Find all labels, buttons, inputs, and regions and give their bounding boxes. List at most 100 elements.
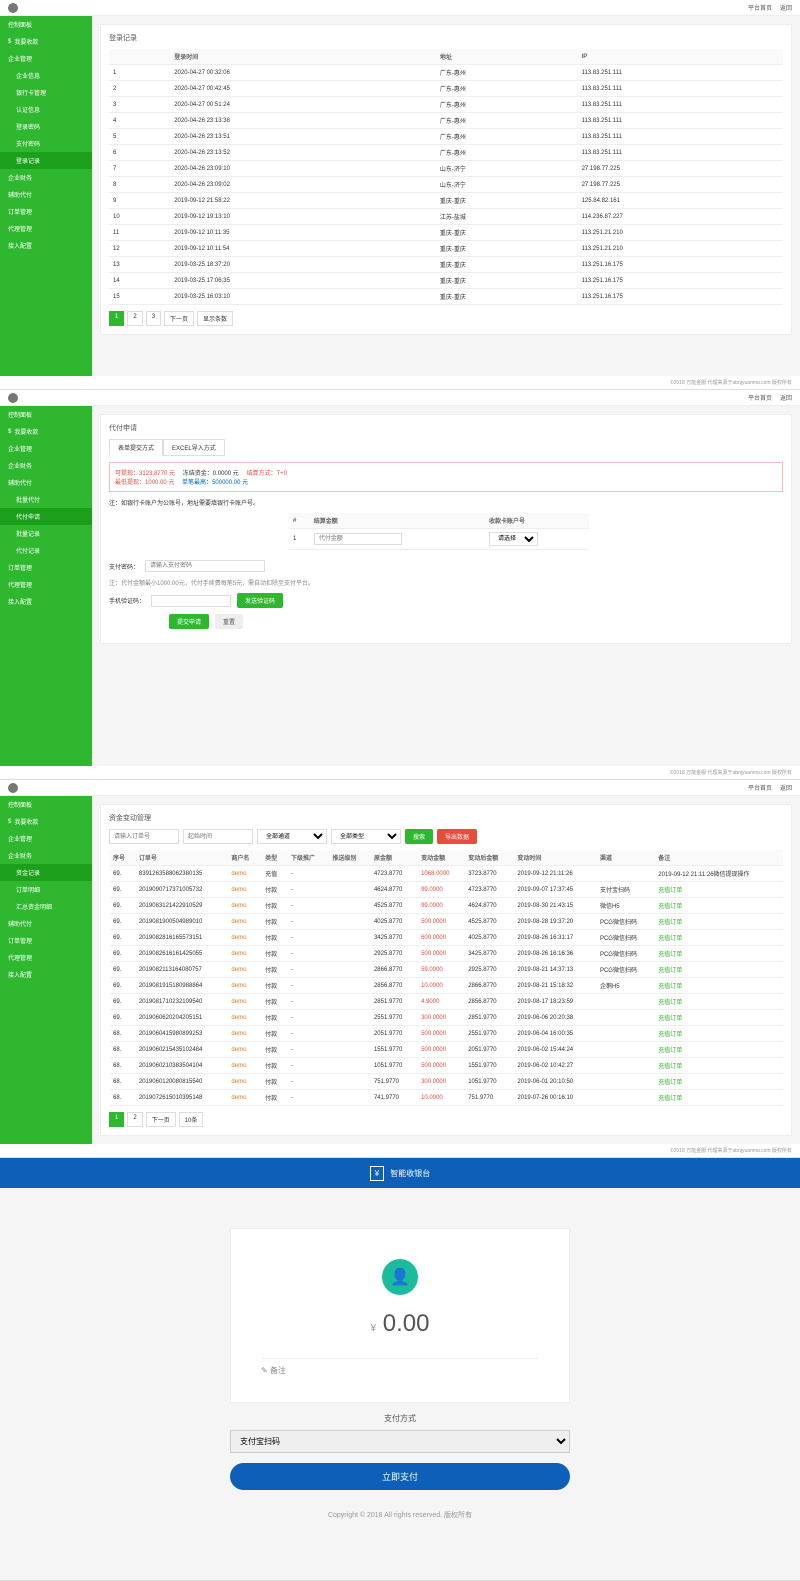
page-size[interactable]: 显示条数 xyxy=(197,311,233,326)
order-link[interactable]: 充值订单 xyxy=(658,936,682,942)
page-next[interactable]: 下一页 xyxy=(146,1112,176,1127)
submit-button[interactable]: 提交申请 xyxy=(169,614,209,629)
send-sms-button[interactable]: 发送验证码 xyxy=(237,593,283,608)
tab-excel[interactable]: EXCEL导入方式 xyxy=(163,439,225,456)
order-link[interactable]: 充值订单 xyxy=(658,1064,682,1070)
sb-pwd[interactable]: 登录密码 xyxy=(0,118,92,135)
order-link[interactable]: 充值订单 xyxy=(658,1096,682,1102)
sb-summary[interactable]: 汇总资金明细 xyxy=(0,898,92,915)
pager: 1 2 3 下一页 显示条数 xyxy=(109,311,783,326)
pay-button[interactable]: 立即支付 xyxy=(230,1463,570,1490)
table-row: 152019-03-25 16:03:10重庆-重庆113.251.16.175 xyxy=(109,289,783,305)
sb-collect[interactable]: $ 我要收款 xyxy=(0,423,92,440)
sb-orders[interactable]: 订单管理 xyxy=(0,559,92,576)
sb-dashboard[interactable]: 控制面板 xyxy=(0,406,92,423)
sb-collect[interactable]: $ 我要收款 xyxy=(0,33,92,50)
sb-paypwd[interactable]: 支付密码 xyxy=(0,135,92,152)
sb-orders[interactable]: 订单管理 xyxy=(0,932,92,949)
page-2[interactable]: 2 xyxy=(127,1112,142,1127)
sb-payoutlog[interactable]: 代付记录 xyxy=(0,542,92,559)
sb-bank[interactable]: 银行卡管理 xyxy=(0,84,92,101)
order-input[interactable] xyxy=(109,829,179,844)
back-link[interactable]: 返回 xyxy=(780,3,792,12)
order-link[interactable]: 充值订单 xyxy=(658,904,682,910)
sb-dashboard[interactable]: 控制面板 xyxy=(0,796,92,813)
sb-dashboard[interactable]: 控制面板 xyxy=(0,16,92,33)
sb-agent[interactable]: 代理管理 xyxy=(0,220,92,237)
type-select[interactable]: 全部类型 xyxy=(331,829,401,844)
sb-agent[interactable]: 代理管理 xyxy=(0,949,92,966)
sb-orderdetail[interactable]: 订单明细 xyxy=(0,881,92,898)
table-row: 68.2019072615010395148demo付款-741.977010.… xyxy=(109,1090,783,1106)
channel-select[interactable]: 全部通道 xyxy=(257,829,327,844)
sb-collect[interactable]: $ 我要收款 xyxy=(0,813,92,830)
table-row: 22020-04-27 00:42:45广东-惠州113.83.251.111 xyxy=(109,81,783,97)
page-size[interactable]: 10条 xyxy=(179,1112,204,1127)
sb-access[interactable]: 接入配置 xyxy=(0,966,92,983)
page-1[interactable]: 1 xyxy=(109,1112,124,1127)
sb-access[interactable]: 接入配置 xyxy=(0,237,92,254)
sb-apply[interactable]: 代付申请 xyxy=(0,508,92,525)
back-link[interactable]: 返回 xyxy=(780,783,792,792)
export-button[interactable]: 导出数据 xyxy=(437,829,477,844)
order-link[interactable]: 充值订单 xyxy=(658,952,682,958)
back-link[interactable]: 返回 xyxy=(780,393,792,402)
order-link[interactable]: 充值订单 xyxy=(658,888,682,894)
order-link[interactable]: 充值订单 xyxy=(658,968,682,974)
footer: ©2018 万能金服 代理来源于abnjyuanma.com 版权所有 xyxy=(0,766,800,779)
sb-payout[interactable]: 辅助代付 xyxy=(0,474,92,491)
page-2[interactable]: 2 xyxy=(127,311,142,326)
copyright: Copyright © 2018 All rights reserved. 版权… xyxy=(0,1490,800,1540)
sb-agent[interactable]: 代理管理 xyxy=(0,576,92,593)
sb-info[interactable]: 企业信息 xyxy=(0,67,92,84)
sb-batch[interactable]: 批量代付 xyxy=(0,491,92,508)
sb-loginlog[interactable]: 登录记录 xyxy=(0,152,92,169)
remark-field[interactable]: ✎ 备注 xyxy=(261,1358,539,1382)
method-select[interactable]: 支付宝扫码 xyxy=(230,1430,570,1453)
sb-payout[interactable]: 辅助代付 xyxy=(0,186,92,203)
order-link[interactable]: 充值订单 xyxy=(658,1080,682,1086)
sb-finance[interactable]: 企业财务 xyxy=(0,847,92,864)
sb-enterprise[interactable]: 企业管理 xyxy=(0,830,92,847)
order-link[interactable]: 充值订单 xyxy=(658,920,682,926)
order-link[interactable]: 充值订单 xyxy=(658,1032,682,1038)
reset-button[interactable]: 重置 xyxy=(215,614,243,629)
page-1[interactable]: 1 xyxy=(109,311,124,326)
page-3[interactable]: 3 xyxy=(146,311,161,326)
sidebar: 控制面板 $ 我要收款 企业管理 企业信息 银行卡管理 认证信息 登录密码 支付… xyxy=(0,16,92,376)
sms-label: 手机验证码： xyxy=(109,596,145,605)
page-next[interactable]: 下一页 xyxy=(164,311,194,326)
sb-batchlog[interactable]: 批量记录 xyxy=(0,525,92,542)
pager: 1 2 下一页 10条 xyxy=(109,1112,783,1127)
account-select[interactable]: 请选择 xyxy=(489,532,538,546)
order-link[interactable]: 充值订单 xyxy=(658,984,682,990)
home-link[interactable]: 平台首页 xyxy=(748,3,772,12)
sb-fundlog[interactable]: 资金记录 xyxy=(0,864,92,881)
sidebar: 控制面板 $ 我要收款 企业管理 企业财务 资金记录 订单明细 汇总资金明细 辅… xyxy=(0,796,92,1144)
sb-orders[interactable]: 订单管理 xyxy=(0,203,92,220)
order-link[interactable]: 充值订单 xyxy=(658,1048,682,1054)
order-link[interactable]: 充值订单 xyxy=(658,1000,682,1006)
paypwd-input[interactable] xyxy=(145,560,265,572)
table-row: 142019-03-25 17:06:35重庆-重庆113.251.16.175 xyxy=(109,273,783,289)
sb-auth[interactable]: 认证信息 xyxy=(0,101,92,118)
table-row: 68.2019060210383504104demo付款-1051.977050… xyxy=(109,1058,783,1074)
home-link[interactable]: 平台首页 xyxy=(748,393,772,402)
table-row: 92019-09-12 21:58:22重庆-重庆125.84.82.161 xyxy=(109,193,783,209)
sb-access[interactable]: 接入配置 xyxy=(0,593,92,610)
tab-form[interactable]: 表单提交方式 xyxy=(109,439,163,456)
table-row: 112019-09-12 10:11:35重庆-重庆113.251.21.210 xyxy=(109,225,783,241)
sb-finance[interactable]: 企业财务 xyxy=(0,457,92,474)
sms-input[interactable] xyxy=(151,595,231,607)
amount-input[interactable] xyxy=(314,533,402,545)
sb-finance[interactable]: 企业财务 xyxy=(0,169,92,186)
table-row: 52020-04-26 23:13:51广东-惠州113.83.251.111 xyxy=(109,129,783,145)
order-link[interactable]: 充值订单 xyxy=(658,1016,682,1022)
home-link[interactable]: 平台首页 xyxy=(748,783,772,792)
sb-enterprise[interactable]: 企业管理 xyxy=(0,440,92,457)
sb-payout[interactable]: 辅助代付 xyxy=(0,915,92,932)
date-input[interactable] xyxy=(183,829,253,844)
table-row: 12020-04-27 00:32:06广东-惠州113.83.251.111 xyxy=(109,65,783,81)
sb-enterprise[interactable]: 企业管理 xyxy=(0,50,92,67)
search-button[interactable]: 搜索 xyxy=(405,829,433,844)
